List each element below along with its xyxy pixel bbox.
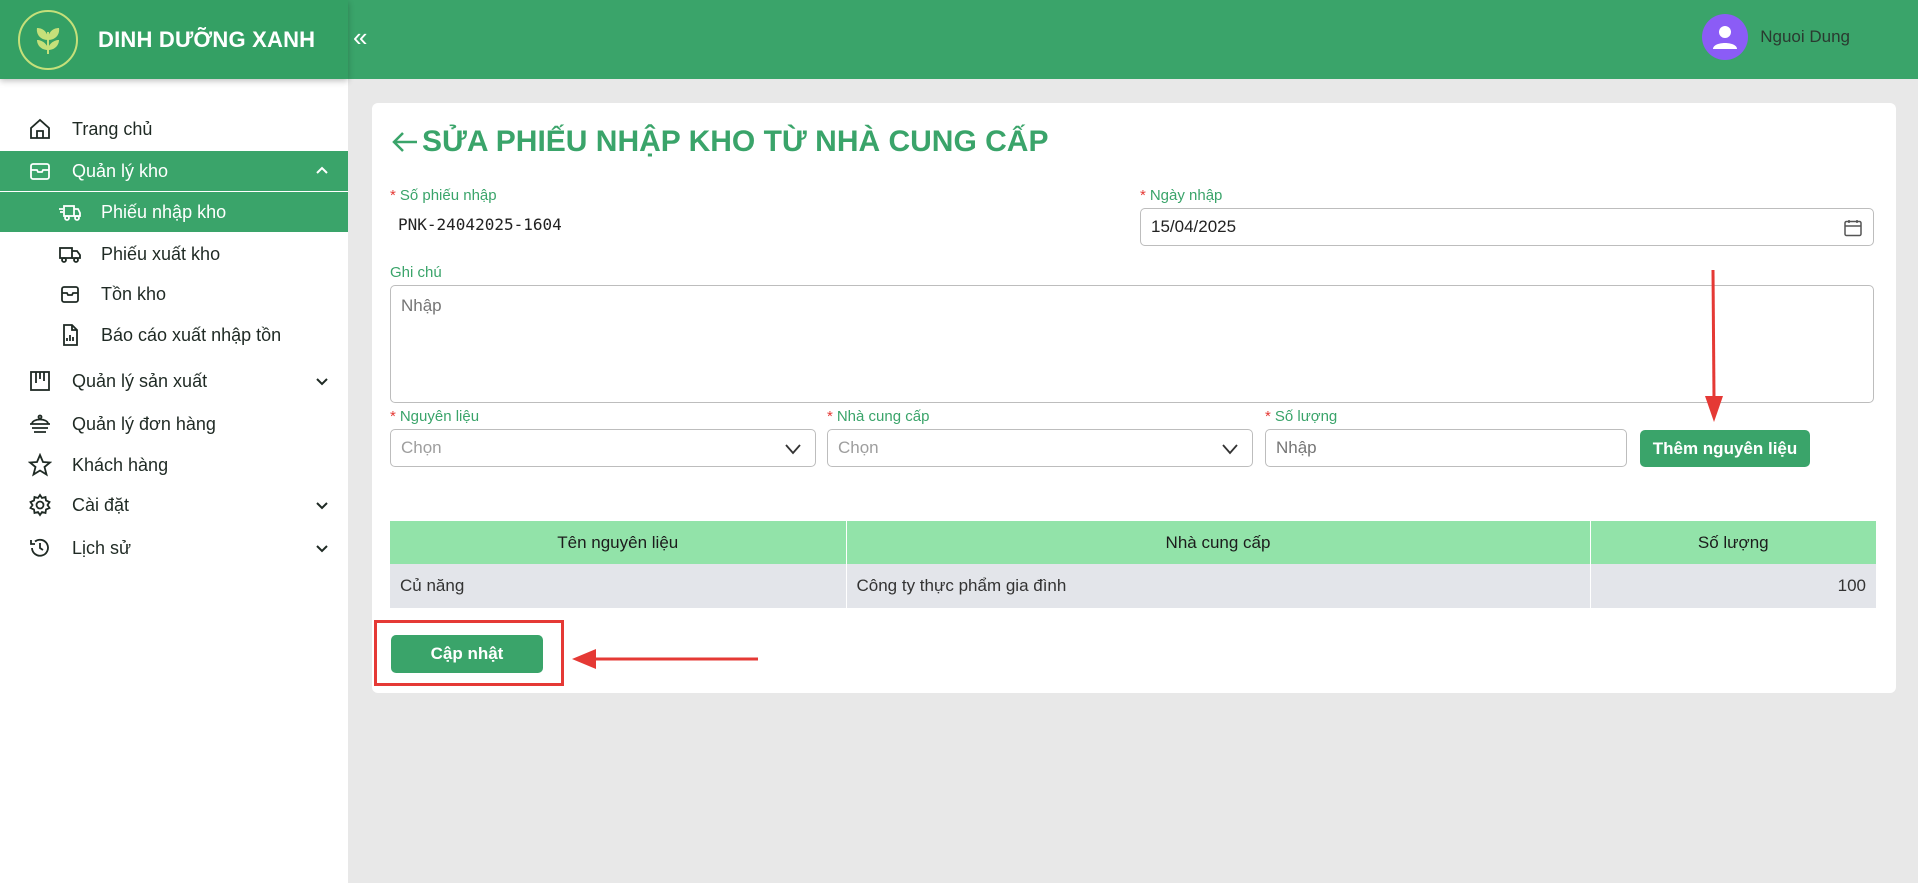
sidebar-item-label: Phiếu nhập kho — [101, 201, 227, 222]
report-icon — [63, 324, 78, 346]
supplier-select-placeholder: Chọn — [838, 438, 879, 457]
page-title-text: SỬA PHIẾU NHẬP KHO TỪ NHÀ CUNG CẤP — [422, 125, 1049, 158]
column-header: Tên nguyên liệu — [390, 521, 847, 564]
note-textarea[interactable] — [390, 285, 1874, 403]
import-date-label: * Ngày nhập — [1140, 187, 1223, 204]
sidebar-item-report[interactable]: Báo cáo xuất nhập tồn — [0, 315, 348, 355]
import-date-value: 15/04/2025 — [1151, 217, 1237, 236]
inventory-icon — [61, 286, 79, 303]
order-icon — [30, 414, 50, 433]
sidebar-item-label: Khách hàng — [72, 454, 169, 475]
column-header: Số lượng — [1590, 521, 1876, 564]
annotation-highlight-box — [374, 620, 564, 686]
column-header: Nhà cung cấp — [846, 521, 1591, 564]
sidebar-item-label: Quản lý đơn hàng — [72, 413, 216, 434]
sidebar-item-label: Quản lý sản xuất — [72, 370, 208, 391]
collapse-sidebar-button[interactable]: « — [349, 22, 371, 53]
chevron-down-icon — [1222, 444, 1238, 455]
home-icon — [30, 118, 50, 139]
chevron-down-icon — [316, 502, 328, 510]
supplier-select[interactable]: Chọn — [827, 429, 1253, 467]
import-date-input[interactable]: 15/04/2025 — [1140, 208, 1874, 246]
materials-table: Tên nguyên liệu Nhà cung cấp Số lượng Củ… — [390, 521, 1876, 608]
page-title: SỬA PHIẾU NHẬP KHO TỪ NHÀ CUNG CẤP — [390, 125, 1048, 159]
sidebar-item-orders[interactable]: Quản lý đơn hàng — [0, 404, 348, 444]
chevron-up-icon — [316, 166, 328, 174]
sidebar-item-label: Lịch sử — [72, 537, 132, 558]
sidebar-item-production[interactable]: Quản lý sản xuất — [0, 361, 348, 401]
back-arrow-icon[interactable] — [390, 127, 420, 157]
sidebar-item-history[interactable]: Lịch sử — [0, 528, 348, 568]
sidebar-item-inventory[interactable]: Tồn kho — [0, 274, 348, 314]
truck-import-icon — [59, 205, 81, 221]
supplier-label: * Nhà cung cấp — [827, 408, 930, 425]
receipt-no-label: * Số phiếu nhập — [390, 187, 497, 204]
sidebar-item-import-receipt[interactable]: Phiếu nhập kho — [0, 192, 348, 232]
material-select-placeholder: Chọn — [401, 438, 442, 457]
box-icon — [30, 163, 50, 180]
edit-import-form-card: SỬA PHIẾU NHẬP KHO TỪ NHÀ CUNG CẤP * Số p… — [372, 103, 1896, 693]
add-material-button[interactable]: Thêm nguyên liệu — [1640, 430, 1810, 467]
table-cell: 100 — [1590, 564, 1876, 608]
sidebar-item-label: Phiếu xuất kho — [101, 243, 221, 264]
chevron-down-icon — [316, 545, 328, 553]
receipt-no-value: PNK-24042025-1604 — [398, 215, 562, 234]
sidebar-item-customers[interactable]: Khách hàng — [0, 445, 348, 485]
chevron-down-icon — [785, 444, 801, 455]
sidebar-item-label: Tồn kho — [101, 283, 167, 304]
annotation-arrow-left-icon — [572, 649, 758, 669]
material-label: * Nguyên liệu — [390, 408, 480, 425]
note-label: Ghi chú — [390, 264, 442, 281]
sidebar-item-home[interactable]: Trang chủ — [0, 109, 348, 149]
avatar[interactable] — [1702, 14, 1749, 60]
brand-name: DINH DƯỠNG XANH — [98, 26, 316, 52]
chevron-down-icon — [316, 378, 328, 386]
calendar-icon[interactable] — [1843, 218, 1863, 238]
table-cell: Củ năng — [390, 564, 847, 608]
brand: DINH DƯỠNG XANH — [0, 0, 348, 79]
material-select[interactable]: Chọn — [390, 429, 816, 467]
sidebar-item-label: Cài đặt — [72, 494, 130, 515]
table-row[interactable]: Củ năng Công ty thực phẩm gia đình 100 — [390, 564, 1876, 608]
quantity-label: * Số lượng — [1265, 408, 1338, 425]
quantity-input[interactable] — [1265, 429, 1627, 467]
star-icon — [28, 453, 52, 477]
user-menu[interactable]: Nguoi Dung — [1702, 14, 1850, 60]
gear-icon — [29, 493, 51, 517]
logo-icon — [18, 9, 78, 70]
annotation-arrow-down-icon — [1705, 269, 1723, 422]
sidebar-item-label: Báo cáo xuất nhập tồn — [101, 324, 282, 345]
sidebar-item-warehouse[interactable]: Quản lý kho — [0, 151, 348, 191]
top-header: DINH DƯỠNG XANH « Nguoi Dung — [0, 0, 1918, 79]
sidebar-item-export-receipt[interactable]: Phiếu xuất kho — [0, 234, 348, 274]
table-cell: Công ty thực phẩm gia đình — [846, 564, 1591, 608]
sidebar-item-label: Trang chủ — [72, 118, 153, 139]
table-header-row: Tên nguyên liệu Nhà cung cấp Số lượng — [390, 521, 1876, 564]
sidebar: Trang chủ Quản lý kho Phiếu nhập kho Phi… — [0, 79, 348, 883]
factory-icon — [30, 371, 50, 391]
sidebar-item-label: Quản lý kho — [72, 160, 169, 181]
history-icon — [30, 538, 49, 557]
truck-export-icon — [59, 247, 81, 263]
sidebar-item-settings[interactable]: Cài đặt — [0, 485, 348, 525]
user-name: Nguoi Dung — [1760, 27, 1850, 46]
